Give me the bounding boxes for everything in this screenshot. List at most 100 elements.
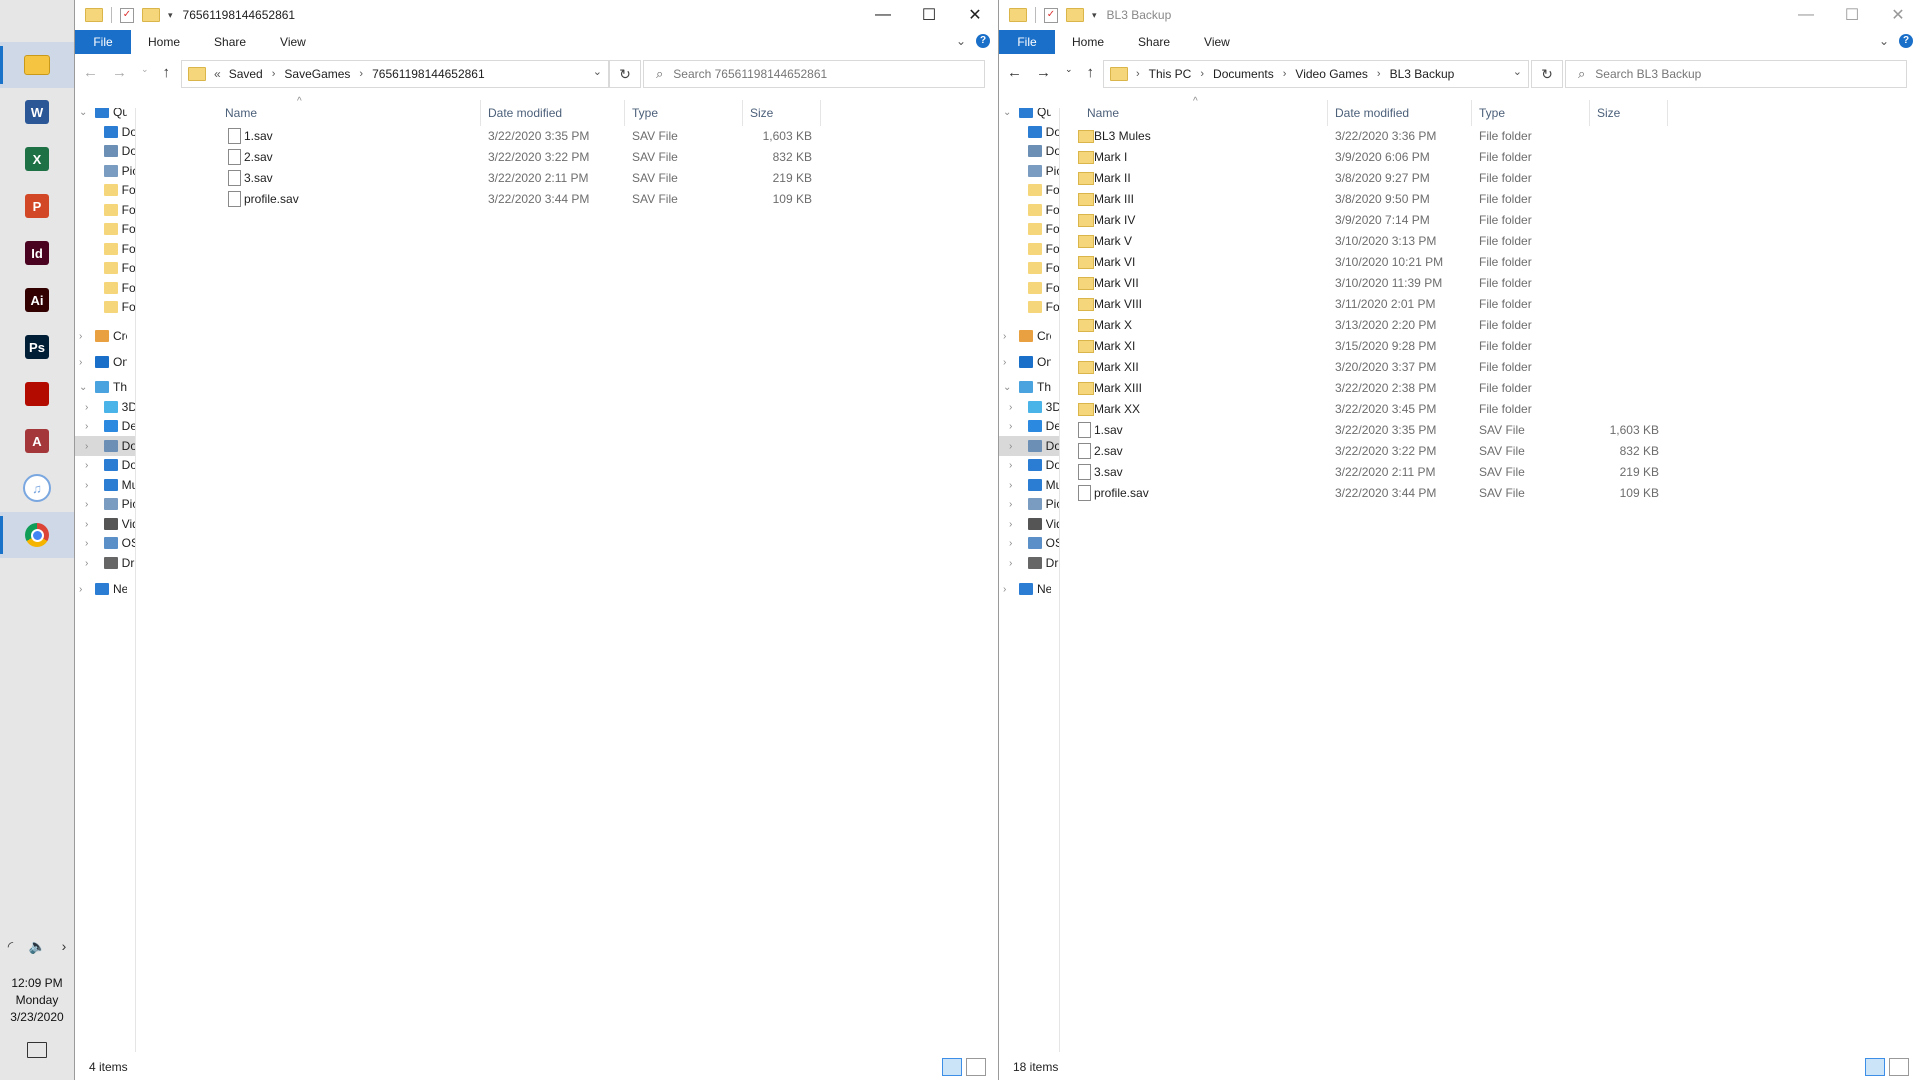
nav-item[interactable]: ⌄ This PC — [75, 377, 135, 397]
file-row[interactable]: profile.sav 3/22/2020 3:44 PM SAV File 109 … — [145, 189, 998, 210]
up-button[interactable]: ↑ — [1087, 64, 1095, 81]
chrome-taskbar-button[interactable] — [0, 512, 74, 558]
chevron-right-icon[interactable]: › — [1200, 68, 1204, 80]
chevron-right-icon[interactable]: › — [85, 441, 98, 452]
column-name[interactable]: Name — [1087, 106, 1119, 120]
excel-taskbar-button[interactable]: X — [0, 136, 74, 182]
forward-button[interactable]: → — [1036, 64, 1051, 81]
nav-item[interactable]: › Network — [75, 579, 135, 599]
chevron-right-icon[interactable]: › — [85, 421, 98, 432]
nav-item[interactable]: › OneDrive — [999, 352, 1059, 372]
address-bar[interactable]: « Saved › SaveGames › 76561198144652861 ⌄ — [181, 60, 609, 88]
chevron-right-icon[interactable]: › — [1377, 68, 1381, 80]
column-date-modified[interactable]: Date modified — [488, 106, 562, 120]
nav-item[interactable]: Folder — [999, 258, 1059, 278]
nav-item[interactable]: Folder — [75, 219, 135, 239]
chevron-down-icon[interactable]: ⌄ — [79, 108, 93, 118]
tab-share[interactable]: Share — [197, 35, 263, 49]
nav-item[interactable]: › Documents — [999, 436, 1059, 456]
expand-ribbon-icon[interactable]: ⌄ — [1879, 34, 1889, 48]
address-bar[interactable]: › This PC › Documents › Video Games › BL3 Back… — [1103, 60, 1529, 88]
nav-item[interactable]: › Pictures — [75, 494, 135, 514]
nav-item[interactable]: Documents — [999, 141, 1059, 161]
column-size[interactable]: Size — [1597, 106, 1620, 120]
chevron-right-icon[interactable]: › — [1009, 402, 1022, 413]
tab-home[interactable]: Home — [131, 35, 197, 49]
nav-item[interactable]: › Downloads — [999, 455, 1059, 475]
file-row[interactable]: 3.sav 3/22/2020 2:11 PM SAV File 219 KB — [145, 168, 998, 189]
nav-item[interactable]: › Creative Cloud Files — [75, 326, 135, 346]
nav-item[interactable]: Folder — [999, 239, 1059, 259]
close-button[interactable]: ✕ — [952, 0, 998, 30]
nav-item[interactable]: › Creative Cloud Files — [999, 326, 1059, 346]
tab-view[interactable]: View — [263, 35, 323, 49]
breadcrumb-item[interactable]: BL3 Backup — [1390, 67, 1455, 81]
powerpoint-taskbar-button[interactable]: P — [0, 183, 74, 229]
nav-item[interactable]: › OS (C:) — [75, 533, 135, 553]
details-view-button[interactable] — [1865, 1058, 1885, 1076]
nav-item[interactable]: Folder — [75, 200, 135, 220]
nav-item[interactable]: Downloads — [75, 122, 135, 142]
itunes-taskbar-button[interactable]: ♫ — [0, 465, 74, 511]
chevron-down-icon[interactable]: ⌄ — [79, 382, 93, 393]
minimize-button[interactable]: — — [860, 0, 906, 30]
chevron-right-icon[interactable]: › — [1283, 68, 1287, 80]
nav-item[interactable]: › OneDrive — [75, 352, 135, 372]
nav-item[interactable]: Folder — [75, 278, 135, 298]
file-row[interactable]: 2.sav 3/22/2020 3:22 PM SAV File 832 KB — [145, 147, 998, 168]
nav-item[interactable]: ⌄ Quick access — [75, 108, 135, 122]
taskbar-clock[interactable]: 12:09 PM Monday 3/23/2020 — [0, 975, 74, 1026]
tab-view[interactable]: View — [1187, 35, 1247, 49]
nav-item[interactable]: › Drive — [75, 553, 135, 573]
column-date-modified[interactable]: Date modified — [1335, 106, 1409, 120]
nav-item[interactable]: Pictures — [999, 161, 1059, 181]
file-row[interactable]: BL3 Mules 3/22/2020 3:36 PM File folder — [1069, 126, 1920, 147]
nav-item[interactable]: Folder — [75, 239, 135, 259]
tab-file[interactable]: File — [75, 30, 131, 54]
details-view-button[interactable] — [942, 1058, 962, 1076]
breadcrumb-item[interactable]: Video Games — [1295, 67, 1368, 81]
photoshop-taskbar-button[interactable]: Ps — [0, 324, 74, 370]
up-button[interactable]: ↑ — [163, 64, 171, 81]
chevron-right-icon[interactable]: › — [1136, 68, 1140, 80]
forward-button[interactable]: → — [112, 64, 127, 81]
nav-item[interactable]: Folder — [999, 219, 1059, 239]
chevron-right-icon[interactable]: › — [1003, 331, 1017, 342]
nav-item[interactable]: Pictures — [75, 161, 135, 181]
search-box[interactable]: ⌕ Search BL3 Backup — [1565, 60, 1907, 88]
maximize-button[interactable]: ☐ — [906, 0, 952, 30]
address-dropdown-icon[interactable]: ⌄ — [1513, 65, 1522, 78]
column-type[interactable]: Type — [632, 106, 658, 120]
column-size[interactable]: Size — [750, 106, 773, 120]
chevron-right-icon[interactable]: › — [1009, 421, 1022, 432]
nav-item[interactable]: Folder — [999, 180, 1059, 200]
chevron-right-icon[interactable]: › — [79, 357, 93, 368]
nav-item[interactable]: › 3D Objects — [999, 397, 1059, 417]
maximize-button[interactable]: ☐ — [1829, 0, 1875, 30]
nav-item[interactable]: ⌄ This PC — [999, 377, 1059, 397]
breadcrumb-item[interactable]: Saved — [229, 67, 263, 81]
file-row[interactable]: 3.sav 3/22/2020 2:11 PM SAV File 219 KB — [1069, 462, 1920, 483]
file-row[interactable]: Mark VII 3/10/2020 11:39 PM File folder — [1069, 273, 1920, 294]
nav-item[interactable]: Documents — [75, 141, 135, 161]
file-row[interactable]: Mark XII 3/20/2020 3:37 PM File folder — [1069, 357, 1920, 378]
file-row[interactable]: 1.sav 3/22/2020 3:35 PM SAV File 1,603 KB — [1069, 420, 1920, 441]
nav-item[interactable]: ⌄ Quick access — [999, 108, 1059, 122]
access-taskbar-button[interactable]: A — [0, 418, 74, 464]
word-taskbar-button[interactable]: W — [0, 89, 74, 135]
breadcrumb-item[interactable]: 76561198144652861 — [372, 67, 485, 81]
file-row[interactable]: 1.sav 3/22/2020 3:35 PM SAV File 1,603 KB — [145, 126, 998, 147]
nav-item[interactable]: › Desktop — [999, 416, 1059, 436]
chevron-right-icon[interactable]: › — [85, 402, 98, 413]
column-type[interactable]: Type — [1479, 106, 1505, 120]
chevron-right-icon[interactable]: › — [62, 938, 67, 955]
file-row[interactable]: Mark V 3/10/2020 3:13 PM File folder — [1069, 231, 1920, 252]
title-bar[interactable]: ✓ ▾ BL3 Backup — ☐ ✕ — [999, 0, 1920, 30]
nav-item[interactable]: › Videos — [999, 514, 1059, 534]
address-dropdown-icon[interactable]: ⌄ — [593, 65, 602, 78]
close-button[interactable]: ✕ — [1875, 0, 1920, 30]
chevron-right-icon[interactable]: › — [85, 499, 98, 510]
nav-item[interactable]: Folder — [75, 258, 135, 278]
chevron-right-icon[interactable]: › — [1009, 460, 1022, 471]
properties-icon[interactable]: ✓ — [120, 7, 134, 23]
